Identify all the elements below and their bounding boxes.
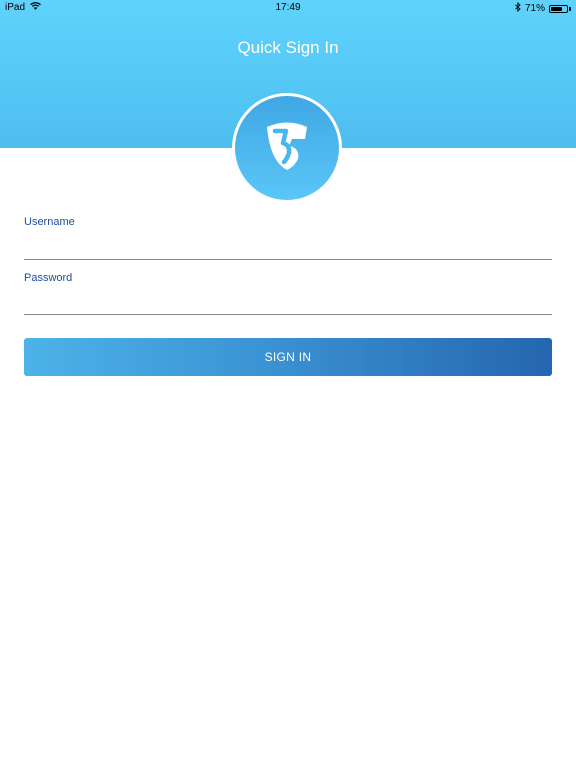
- bluetooth-icon: [515, 1, 521, 15]
- username-input[interactable]: [24, 236, 552, 260]
- battery-tip: [569, 6, 571, 11]
- status-bar: iPad 17:49 71%: [0, 0, 576, 16]
- battery-percent: 71%: [524, 3, 545, 14]
- password-input[interactable]: [24, 291, 552, 315]
- battery-level: [551, 6, 562, 11]
- battery-icon: [549, 4, 568, 13]
- app-logo: [232, 93, 342, 203]
- password-label: Password: [24, 272, 73, 284]
- status-time: 17:49: [275, 2, 301, 13]
- username-label: Username: [24, 216, 75, 228]
- shield-logo-icon: [264, 121, 310, 176]
- status-right: 71%: [515, 1, 571, 15]
- page-title: Quick Sign In: [237, 38, 339, 57]
- sign-in-button[interactable]: SIGN IN: [24, 338, 552, 376]
